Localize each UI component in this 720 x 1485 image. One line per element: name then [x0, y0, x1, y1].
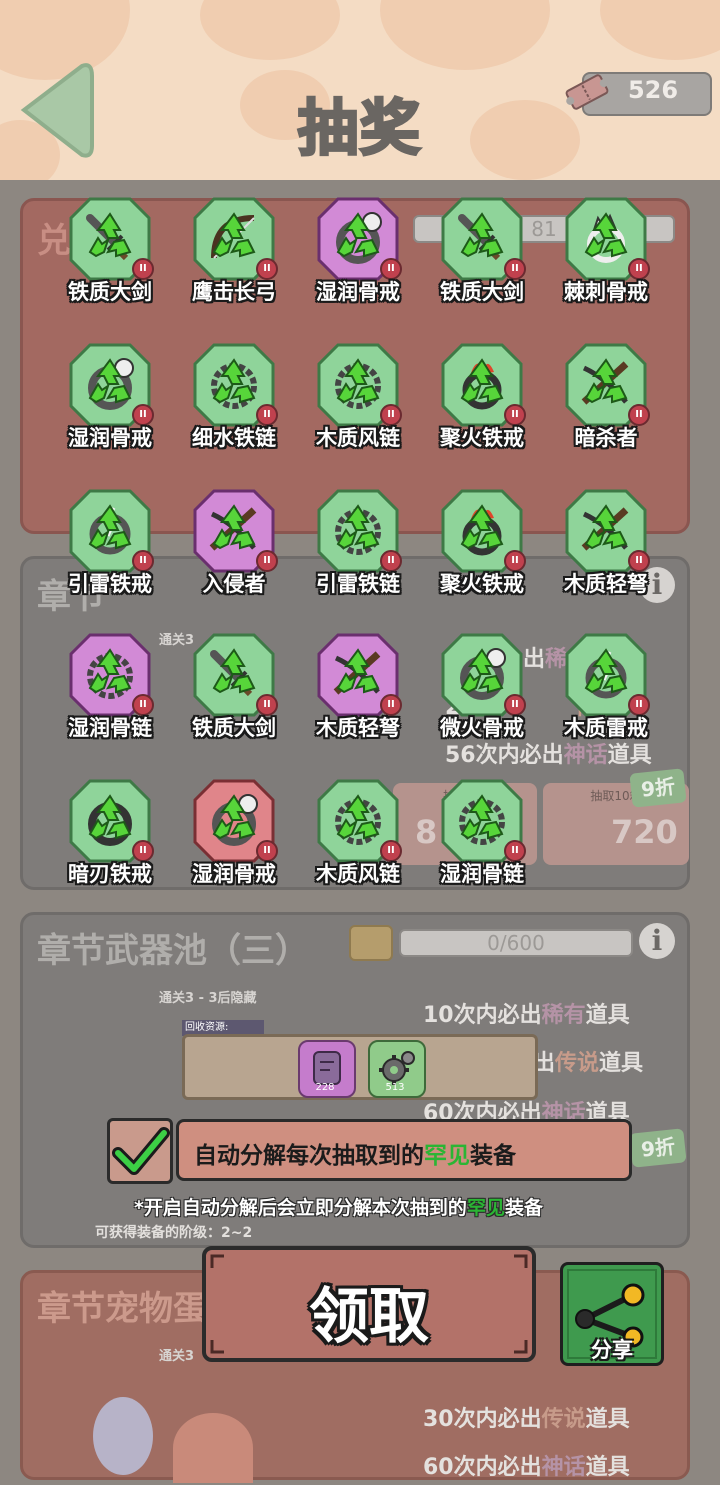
reward-name: 细水铁链	[192, 426, 276, 450]
reward-name: 棘刺骨戒	[564, 280, 648, 304]
reward-name: 引雷铁戒	[68, 572, 152, 596]
reward-name: 暗刃铁戒	[68, 862, 152, 886]
reward-item[interactable]: II 湿润骨链	[50, 630, 170, 760]
reward-item[interactable]: II 湿润骨链	[422, 776, 542, 906]
reward-name: 入侵者	[202, 572, 266, 596]
auto-decompose-note: *开启自动分解后会立即分解本次抽到的罕见装备	[134, 1197, 543, 1219]
reward-name: 微火骨戒	[440, 716, 524, 740]
reward-item[interactable]: II 木质风链	[298, 776, 418, 906]
reward-name: 湿润骨戒	[192, 862, 276, 886]
discount-badge: 9折	[629, 768, 687, 808]
reward-item[interactable]: II 聚火铁戒	[422, 486, 542, 616]
reward-name: 木质轻弩	[316, 716, 400, 740]
reward-item[interactable]: II 入侵者	[174, 486, 294, 616]
weapon-pool-progress: 0/600	[399, 929, 633, 957]
reward-item[interactable]: II 木质雷戒	[546, 630, 666, 760]
reward-item[interactable]: II 湿润骨戒	[174, 776, 294, 906]
reward-name: 木质雷戒	[564, 716, 648, 740]
egg-icon	[173, 1413, 253, 1483]
reward-item[interactable]: II 棘刺骨戒	[546, 194, 666, 324]
reward-name: 湿润骨链	[440, 862, 524, 886]
reward-name: 铁质大剑	[440, 280, 524, 304]
reward-item[interactable]: II 铁质大剑	[422, 194, 542, 324]
guarantee-line: 出传说道具	[533, 1051, 644, 1076]
reward-item[interactable]: II 湿润骨戒	[50, 340, 170, 470]
reward-item[interactable]: II 铁质大剑	[174, 630, 294, 760]
reward-item[interactable]: II 湿润骨戒	[298, 194, 418, 324]
reward-item[interactable]: II 木质轻弩	[298, 630, 418, 760]
claim-label: 领取	[309, 1282, 429, 1352]
reward-name: 湿润骨戒	[68, 426, 152, 450]
reward-item[interactable]: II 木质风链	[298, 340, 418, 470]
reward-name: 引雷铁链	[316, 572, 400, 596]
reward-item[interactable]: II 暗刃铁戒	[50, 776, 170, 906]
reward-name: 暗杀者	[574, 426, 638, 450]
guarantee-line: 10次内必出稀有道具	[423, 1003, 630, 1028]
reward-name: 木质风链	[316, 426, 400, 450]
reward-name: 木质轻弩	[564, 572, 648, 596]
reward-name: 聚火铁戒	[440, 426, 524, 450]
auto-decompose-label: 自动分解每次抽取到的罕见装备	[194, 1143, 516, 1169]
reward-item[interactable]: II 微火骨戒	[422, 630, 542, 760]
reward-item[interactable]: II 铁质大剑	[50, 194, 170, 324]
reward-name: 湿润骨戒	[316, 280, 400, 304]
auto-decompose-checkbox[interactable]	[107, 1118, 173, 1184]
guarantee-line: 30次内必出传说道具	[423, 1407, 630, 1432]
check-icon	[112, 1127, 170, 1175]
recycle-resources	[182, 1034, 538, 1100]
share-label: 分享	[591, 1338, 633, 1362]
ticket-count: 526	[627, 76, 679, 104]
reward-item[interactable]: II 聚火铁戒	[422, 340, 542, 470]
chest-icon	[349, 925, 393, 961]
weapon-pool-progress-text: 0/600	[487, 931, 545, 955]
ticket-icon	[562, 70, 612, 114]
reward-item[interactable]: II 细水铁链	[174, 340, 294, 470]
pet-egg-note: 通关3	[159, 1349, 195, 1364]
reward-name: 聚火铁戒	[440, 572, 524, 596]
reward-name: 湿润骨链	[68, 716, 152, 740]
reward-item[interactable]: II 鹰击长弓	[174, 194, 294, 324]
equipment-level-note: 可获得装备的阶级：2~2	[95, 1225, 253, 1241]
reward-item[interactable]: II 木质轻弩	[546, 486, 666, 616]
reward-name: 铁质大剑	[192, 716, 276, 740]
reward-name: 铁质大剑	[68, 280, 152, 304]
guarantee-line: 60次内必出神话道具	[423, 1455, 630, 1480]
discount-badge: 9折	[629, 1128, 687, 1168]
reward-item[interactable]: II 引雷铁链	[298, 486, 418, 616]
info-icon[interactable]: i	[639, 923, 675, 959]
egg-icon	[93, 1397, 153, 1475]
reward-name: 木质风链	[316, 862, 400, 886]
reward-item[interactable]: II 暗杀者	[546, 340, 666, 470]
pet-egg-title: 章节宠物蛋	[37, 1289, 207, 1329]
gear-count: 513	[385, 1082, 405, 1093]
draw-10-price: 720	[611, 813, 678, 851]
reward-name: 鹰击长弓	[192, 280, 276, 304]
stone-count: 228	[315, 1082, 335, 1093]
weapon-pool-title: 章节武器池（三）	[37, 931, 309, 971]
weapon-pool-note: 通关3 - 3后隐藏	[159, 991, 257, 1006]
reward-item[interactable]: II 引雷铁戒	[50, 486, 170, 616]
